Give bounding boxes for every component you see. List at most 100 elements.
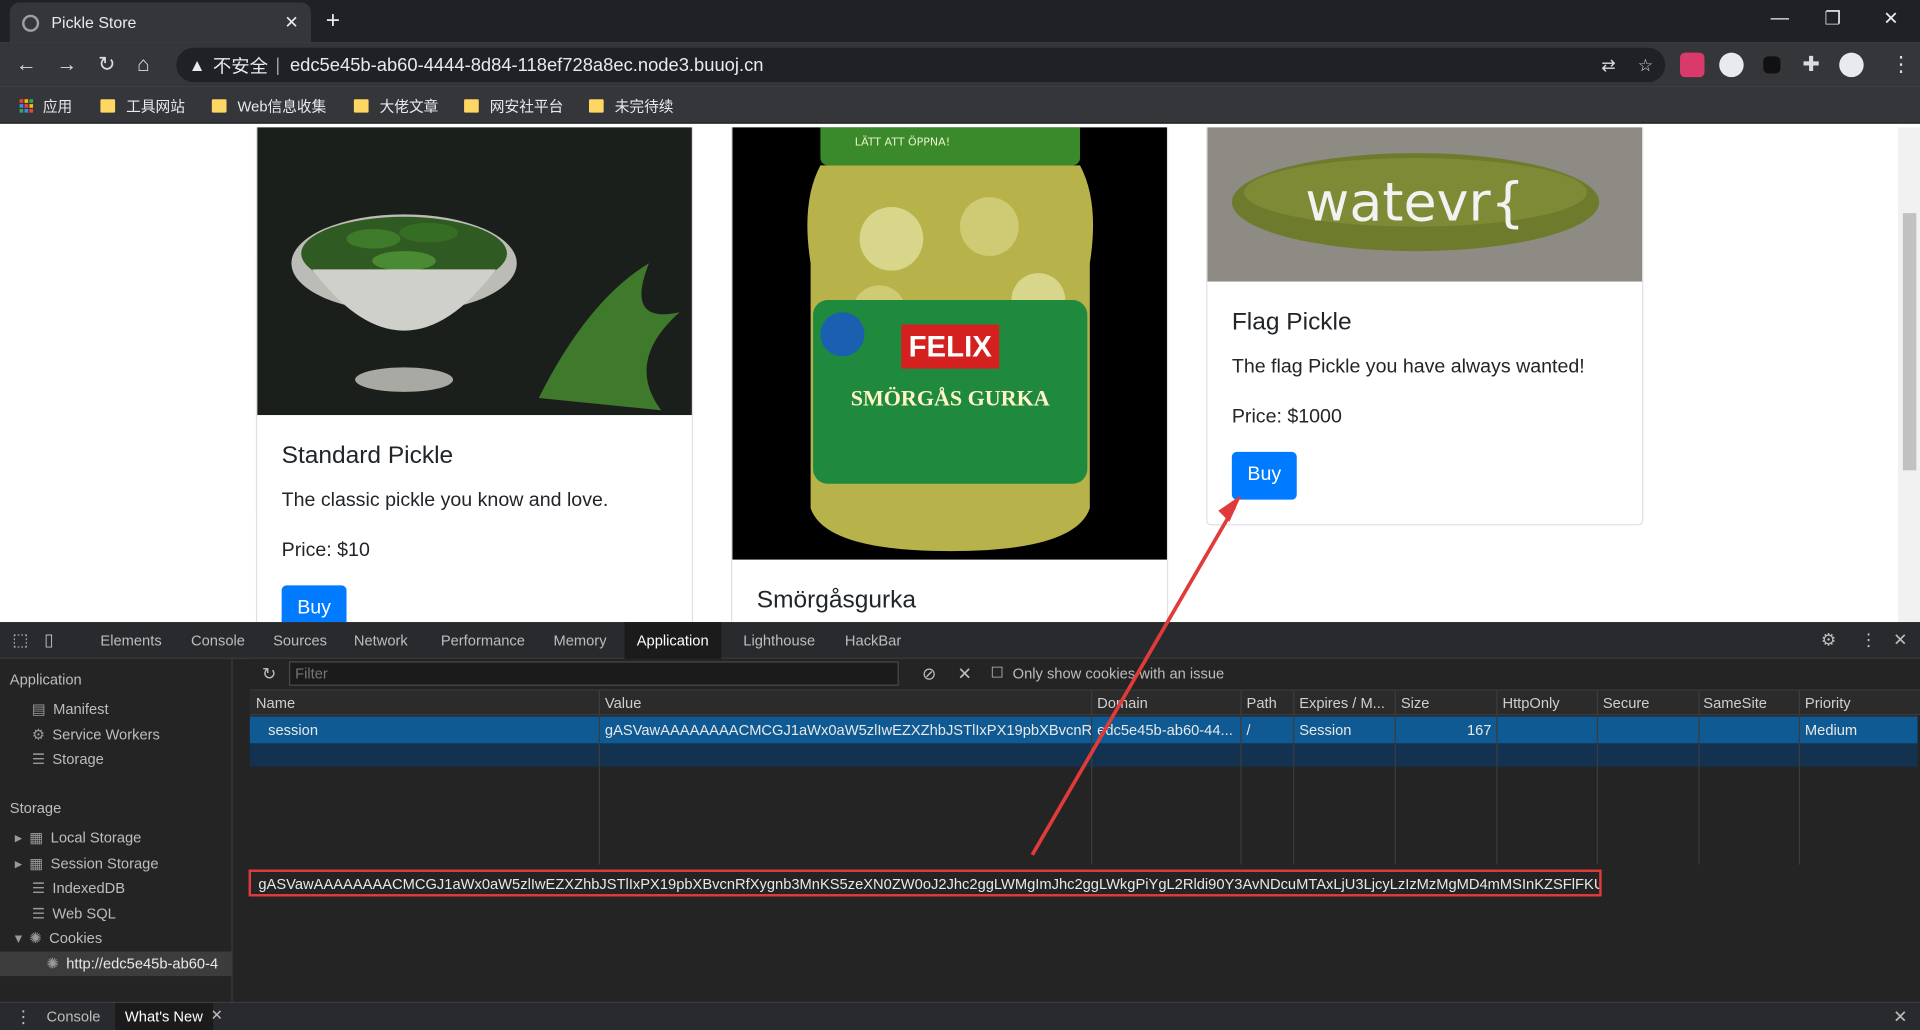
sidebar-item-cookie-origin[interactable]: ✺ http://edc5e45b-ab60-4 (0, 951, 232, 977)
new-tab-button[interactable]: + (326, 7, 340, 35)
database-icon: ☰ (31, 879, 46, 897)
profile-icon[interactable] (1839, 52, 1864, 78)
only-issues-label: Only show cookies with an issue (1012, 665, 1225, 683)
close-tab-icon[interactable]: ✕ (284, 12, 298, 33)
cookie-filter-bar: ↻ ⊘ ✕ ☐ Only show cookies with an issue (249, 658, 1920, 691)
sidebar-item-cookies[interactable]: ▾ ✺ Cookies (15, 930, 102, 947)
cookie-priority: Medium (1804, 721, 1858, 739)
fox-extension-icon[interactable] (1719, 52, 1744, 78)
drawer-tab-whats-new[interactable]: What's New (115, 1003, 213, 1030)
database-icon: ☰ (31, 750, 46, 768)
close-devtools-icon[interactable]: ✕ (1893, 629, 1907, 650)
tab-network[interactable]: Network (342, 622, 420, 659)
tab-elements[interactable]: Elements (88, 622, 174, 659)
flag-pickle-image: watevr{ (1207, 127, 1643, 282)
bookmark-apps[interactable]: 应用 (19, 96, 72, 117)
scrollbar-thumb[interactable] (1902, 213, 1917, 471)
tab-performance[interactable]: Performance (429, 622, 538, 659)
column-divider (1798, 690, 1801, 865)
browser-toolbar: ← → ↻ ⌂ ▲ 不安全 | edc5e45b-ab60-4444-8d84-… (0, 42, 1920, 87)
table-row[interactable]: session gASVawAAAAAAAACMCGJ1aWx0aW5zlIwE… (249, 716, 1918, 744)
column-path[interactable]: Path (1247, 694, 1277, 711)
sidebar-header-storage: Storage (9, 799, 62, 817)
refresh-icon[interactable]: ↻ (262, 664, 276, 685)
bookmark-folder[interactable]: 网安社平台 (464, 96, 563, 117)
sidebar-item-label: Local Storage (50, 829, 142, 847)
translate-icon[interactable]: ⇄ (1601, 54, 1615, 75)
hackbar-extension-icon[interactable] (1763, 56, 1781, 74)
browser-tab[interactable]: Pickle Store ✕ (9, 2, 312, 43)
column-httponly[interactable]: HttpOnly (1502, 694, 1559, 711)
pickle-jar-image: LÄTT ATT ÖPPNA! FELIX SMÖRGÅS GURKA (732, 127, 1167, 560)
close-drawer-icon[interactable]: ✕ (1893, 1007, 1907, 1028)
jar-brand: FELIX (909, 330, 993, 363)
extensions-puzzle-icon[interactable]: ✚ (1802, 53, 1819, 77)
tab-sources[interactable]: Sources (261, 622, 339, 659)
cookie-icon: ✺ (29, 929, 42, 947)
column-priority[interactable]: Priority (1805, 694, 1851, 711)
column-secure[interactable]: Secure (1603, 694, 1650, 711)
column-domain[interactable]: Domain (1097, 694, 1148, 711)
sidebar-item-storage[interactable]: ☰ Storage (32, 751, 104, 768)
column-samesite[interactable]: SameSite (1703, 694, 1767, 711)
page-scrollbar[interactable] (1897, 127, 1920, 623)
column-size[interactable]: Size (1401, 694, 1430, 711)
sidebar-item-local-storage[interactable]: ▸ ▦ Local Storage (15, 829, 142, 846)
tab-hackbar[interactable]: HackBar (833, 622, 914, 659)
sidebar-item-label: Manifest (53, 700, 109, 718)
bookmark-folder[interactable]: 工具网站 (100, 96, 185, 117)
address-bar[interactable]: ▲ 不安全 | edc5e45b-ab60-4444-8d84-118ef728… (176, 47, 1666, 83)
extension-icon[interactable] (1680, 52, 1705, 78)
folder-icon (100, 99, 116, 113)
folder-icon (353, 99, 369, 113)
sidebar-item-manifest[interactable]: ▤ Manifest (32, 701, 109, 718)
drawer-menu-icon[interactable]: ⋮ (15, 1007, 32, 1028)
bookmark-label: 工具网站 (126, 97, 185, 116)
web-page: Standard Pickle The classic pickle you k… (0, 127, 1920, 623)
menu-icon[interactable]: ⋮ (1891, 53, 1912, 77)
sidebar-item-indexeddb[interactable]: ☰ IndexedDB (32, 879, 125, 896)
device-toolbar-icon[interactable]: ▯ (44, 629, 53, 650)
bookmark-label: 网安社平台 (489, 97, 564, 116)
clear-all-icon[interactable]: ⊘ (922, 664, 936, 685)
tab-console[interactable]: Console (179, 622, 257, 659)
home-icon[interactable]: ⌂ (137, 53, 150, 77)
bookmark-folder[interactable]: 未完待续 (588, 96, 673, 117)
cookie-expires: Session (1299, 721, 1352, 739)
buy-button[interactable]: Buy (281, 585, 347, 623)
minimize-icon[interactable]: — (1771, 7, 1789, 28)
column-value[interactable]: Value (605, 694, 642, 711)
bookmark-star-icon[interactable]: ☆ (1638, 54, 1653, 75)
drawer-tab-console[interactable]: Console (37, 1003, 111, 1030)
bookmark-folder[interactable]: Web信息收集 (211, 96, 326, 117)
folder-icon (211, 99, 227, 113)
reload-icon[interactable]: ↻ (98, 53, 115, 77)
restore-icon[interactable]: ❐ (1825, 7, 1841, 30)
tab-lighthouse[interactable]: Lighthouse (731, 622, 827, 659)
devtools-menu-icon[interactable]: ⋮ (1860, 629, 1877, 650)
column-expires[interactable]: Expires / M... (1299, 694, 1385, 711)
inspect-icon[interactable]: ⬚ (12, 629, 28, 650)
tab-application[interactable]: Application (624, 622, 721, 659)
tab-memory[interactable]: Memory (541, 622, 619, 659)
sidebar-item-websql[interactable]: ☰ Web SQL (32, 905, 116, 922)
sidebar-item-service-workers[interactable]: ⚙ Service Workers (32, 726, 160, 743)
globe-icon (22, 14, 40, 32)
tab-strip: Pickle Store ✕ + — ❐ ✕ (0, 0, 1920, 43)
column-name[interactable]: Name (256, 694, 295, 711)
back-icon[interactable]: ← (16, 53, 37, 77)
close-drawer-tab-icon[interactable]: ✕ (211, 1007, 223, 1024)
flag-buy-button[interactable]: Buy (1231, 451, 1297, 500)
only-issues-checkbox[interactable]: ☐ (991, 664, 1004, 681)
filter-input[interactable] (288, 661, 899, 686)
forward-icon[interactable]: → (56, 53, 77, 77)
close-window-icon[interactable]: ✕ (1883, 7, 1898, 30)
settings-gear-icon[interactable]: ⚙ (1821, 629, 1836, 650)
application-sidebar: Application ▤ Manifest ⚙ Service Workers ☰… (0, 658, 233, 1015)
tab-title: Pickle Store (51, 13, 137, 32)
sidebar-item-session-storage[interactable]: ▸ ▦ Session Storage (15, 855, 159, 872)
cookie-value-preview[interactable]: gASVawAAAAAAAACMCGJ1aWx0aW5zlIwEZXZhbJST… (248, 869, 1602, 897)
delete-selected-icon[interactable]: ✕ (958, 664, 972, 685)
bookmark-folder[interactable]: 大佬文章 (353, 96, 438, 117)
expand-arrow-icon: ▸ (14, 854, 23, 872)
